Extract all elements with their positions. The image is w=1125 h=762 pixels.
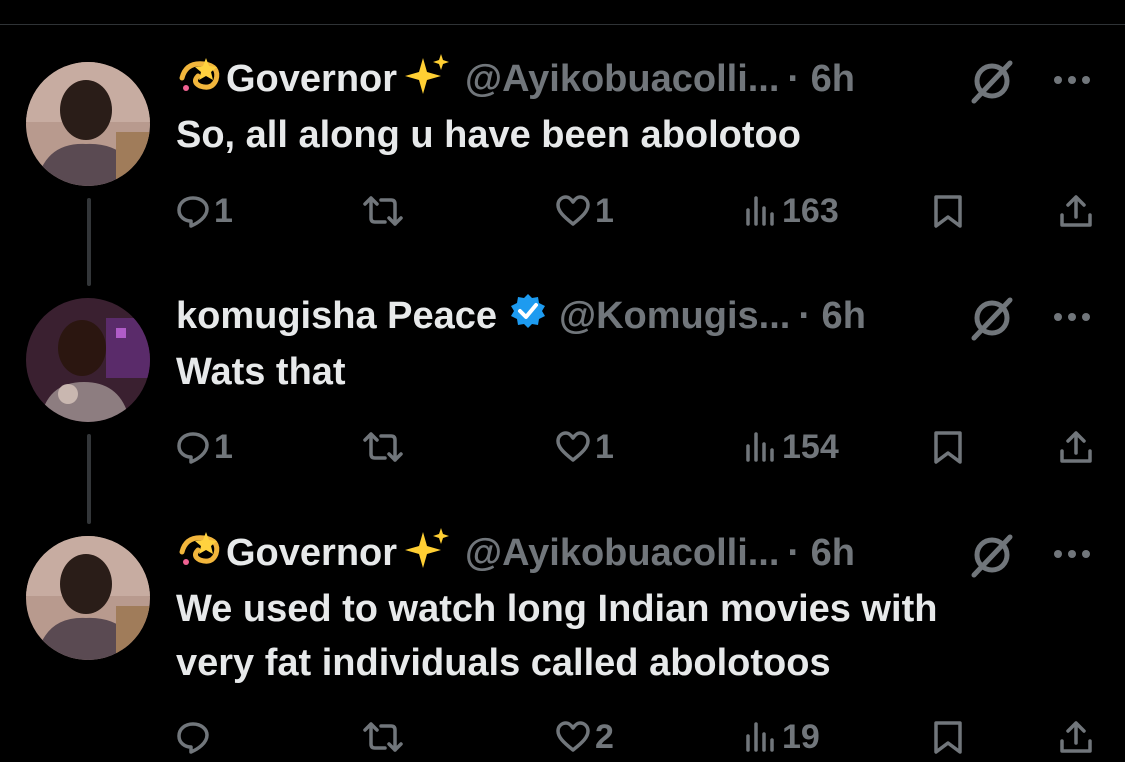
views-icon — [746, 432, 774, 462]
author-name[interactable]: Governor — [226, 58, 397, 101]
action-bar: 2 19 — [0, 712, 1125, 762]
share-icon — [1060, 431, 1092, 463]
avatar[interactable] — [26, 298, 150, 422]
grok-icon[interactable] — [968, 57, 1016, 105]
views-button[interactable]: 19 — [744, 712, 820, 762]
repost-button[interactable] — [361, 422, 409, 472]
like-button[interactable]: 1 — [555, 422, 614, 472]
action-bar: 1 1 154 — [0, 422, 1125, 472]
views-icon — [746, 196, 774, 226]
views-button[interactable]: 163 — [744, 186, 839, 236]
repost-icon — [363, 432, 403, 462]
bookmark-button[interactable] — [932, 712, 964, 762]
share-icon — [1060, 195, 1092, 227]
repost-icon — [363, 722, 403, 752]
bookmark-button[interactable] — [932, 186, 964, 236]
repost-icon — [363, 196, 403, 226]
tweet-text: So, all along u have been abolotoo — [176, 114, 801, 156]
like-button[interactable]: 1 — [555, 186, 614, 236]
avatar[interactable] — [26, 62, 150, 186]
reply-icon — [177, 196, 209, 228]
bookmark-icon — [934, 721, 962, 754]
sparkles-icon — [403, 526, 451, 580]
bookmark-icon — [934, 195, 962, 228]
repost-button[interactable] — [361, 186, 409, 236]
tweet-header: Governor @Ayikobuacolli... · 6h — [176, 54, 855, 102]
author-handle[interactable]: @Ayikobuacolli... — [465, 532, 779, 575]
top-divider — [0, 24, 1125, 25]
share-icon — [1060, 721, 1092, 753]
share-button[interactable] — [1058, 712, 1094, 762]
bookmark-icon — [934, 431, 962, 464]
more-icon[interactable] — [1050, 295, 1094, 339]
author-name[interactable]: Governor — [226, 532, 397, 575]
tweet-text: Wats that — [176, 351, 346, 393]
views-count: 163 — [782, 191, 839, 230]
reply-icon — [177, 722, 209, 754]
heart-icon — [556, 721, 590, 752]
dizzy-icon — [176, 526, 226, 580]
action-bar: 1 1 163 — [0, 186, 1125, 236]
tweet-header: komugisha Peace @Komugis... · 6h — [176, 293, 866, 339]
heart-icon — [556, 431, 590, 462]
grok-icon[interactable] — [968, 531, 1016, 579]
like-count: 1 — [595, 427, 614, 466]
share-button[interactable] — [1058, 186, 1094, 236]
dizzy-icon — [176, 52, 226, 106]
more-icon[interactable] — [1050, 532, 1094, 576]
repost-button[interactable] — [361, 712, 409, 762]
bookmark-button[interactable] — [932, 422, 964, 472]
reply-button[interactable]: 1 — [176, 422, 233, 472]
avatar[interactable] — [26, 536, 150, 660]
tweet-time[interactable]: · 6h — [798, 295, 866, 338]
tweet-header: Governor @Ayikobuacolli... · 6h — [176, 528, 855, 576]
like-count: 1 — [595, 191, 614, 230]
reply-button[interactable] — [176, 712, 214, 762]
heart-icon — [556, 195, 590, 226]
views-button[interactable]: 154 — [744, 422, 839, 472]
reply-icon — [177, 432, 209, 464]
like-button[interactable]: 2 — [555, 712, 614, 762]
tweet-time[interactable]: · 6h — [787, 532, 855, 575]
views-count: 154 — [782, 427, 839, 466]
reply-count: 1 — [214, 427, 233, 466]
tweet-text-line: very fat individuals called abolotoos — [176, 642, 831, 684]
tweet-text-line: We used to watch long Indian movies with — [176, 588, 938, 630]
reply-count: 1 — [214, 191, 233, 230]
reply-button[interactable]: 1 — [176, 186, 233, 236]
author-name[interactable]: komugisha Peace — [176, 295, 497, 338]
share-button[interactable] — [1058, 422, 1094, 472]
views-icon — [746, 722, 774, 752]
more-icon[interactable] — [1050, 58, 1094, 102]
tweet-text: We used to watch long Indian movies with… — [176, 582, 1076, 690]
author-handle[interactable]: @Komugis... — [559, 295, 790, 338]
tweet-time[interactable]: · 6h — [787, 58, 855, 101]
author-handle[interactable]: @Ayikobuacolli... — [465, 58, 779, 101]
verified-badge-icon — [509, 292, 547, 340]
sparkles-icon — [403, 52, 451, 106]
grok-icon[interactable] — [968, 294, 1016, 342]
